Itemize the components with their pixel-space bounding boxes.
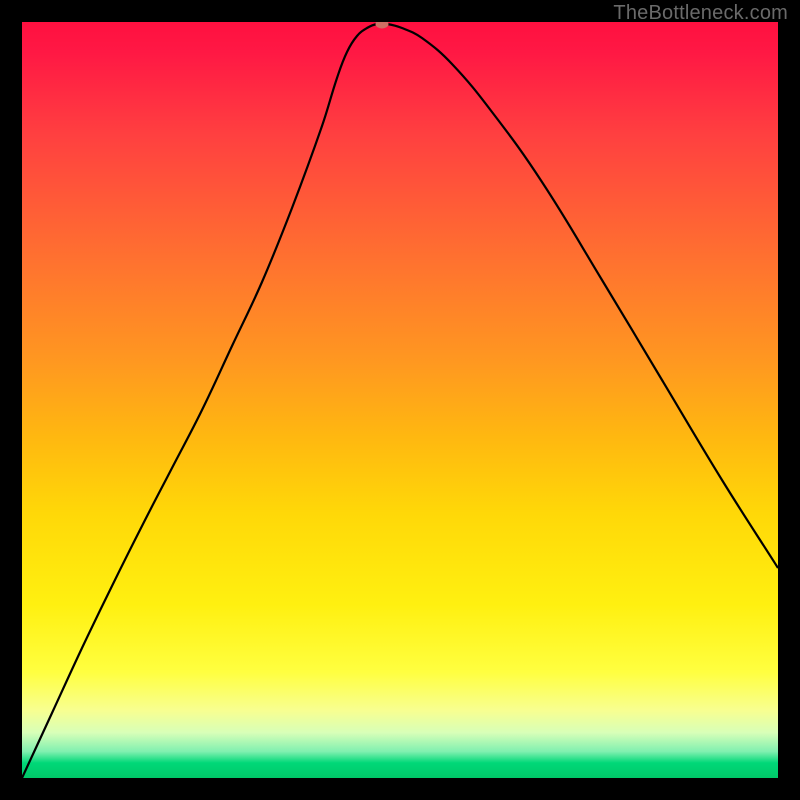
bottleneck-curve xyxy=(22,22,778,778)
curve-path xyxy=(22,23,778,778)
plot-area xyxy=(22,22,778,778)
chart-frame: TheBottleneck.com xyxy=(0,0,800,800)
